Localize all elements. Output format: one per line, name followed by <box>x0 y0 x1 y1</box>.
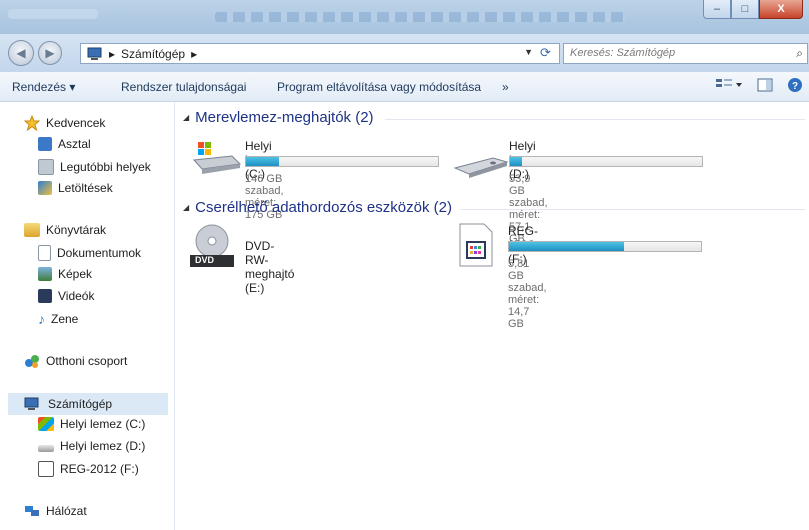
refresh-icon[interactable]: ⟳ <box>540 45 551 61</box>
help-icon[interactable]: ? <box>787 77 803 93</box>
downloads-icon <box>38 181 52 195</box>
drive-usage-bar <box>245 156 439 167</box>
sidebar-label: Asztal <box>58 137 91 151</box>
videos-icon <box>38 289 52 303</box>
hard-drive-icon <box>453 157 508 178</box>
more-commands-button[interactable]: » <box>502 80 509 94</box>
dvd-drive-icon <box>190 224 234 267</box>
document-icon <box>38 245 51 261</box>
hard-drive-icon <box>38 445 54 452</box>
preview-pane-icon[interactable] <box>757 77 773 93</box>
minimize-button[interactable]: – <box>703 0 731 19</box>
homegroup-icon <box>25 355 39 368</box>
dvd-label: DVD <box>195 255 215 265</box>
sidebar-item-drive-d[interactable]: Helyi lemez (D:) <box>38 439 145 453</box>
system-properties-button[interactable]: Rendszer tulajdonságai <box>121 80 246 94</box>
drive-usage-bar <box>508 241 702 252</box>
sidebar-label: Otthoni csoport <box>46 354 128 368</box>
navigation-bar: ◀ ▶ ▸ Számítógép ▸ ▼ ⟳ Keresés: Számítóg… <box>0 34 809 72</box>
drive-space-info: 5,81 GB szabad, méret: 14,7 GB <box>508 258 547 330</box>
crumb-separator[interactable]: ▸ <box>109 47 115 61</box>
uninstall-program-button[interactable]: Program eltávolítása vagy módosítása <box>277 80 481 94</box>
sidebar-item-music[interactable]: ♪ Zene <box>38 311 78 327</box>
sidebar-label: Hálózat <box>46 504 87 518</box>
drive-usage-bar <box>509 156 703 167</box>
title-bar-blurred-area <box>215 12 625 22</box>
removable-drive-icon <box>38 461 54 477</box>
sidebar-item-recent-places[interactable]: Legutóbbi helyek <box>38 159 151 175</box>
forward-button[interactable]: ▶ <box>38 41 62 65</box>
sidebar-label: Letöltések <box>58 181 113 195</box>
group-header-removable[interactable]: ◢ Cserélhető adathordozós eszközök (2) <box>183 199 452 216</box>
sidebar-label: Számítógép <box>48 397 113 411</box>
sidebar-item-favorites[interactable]: Kedvencek <box>24 115 105 131</box>
svg-text:?: ? <box>792 81 798 92</box>
network-icon <box>25 506 39 516</box>
sidebar-item-network[interactable]: Hálózat <box>24 503 87 519</box>
drive-name: DVD-RW-meghajtó (E:) <box>245 239 295 295</box>
sidebar-label: Videók <box>58 289 95 303</box>
sidebar-label: REG-2012 (F:) <box>60 462 139 476</box>
sidebar-label: Kedvencek <box>46 116 106 130</box>
close-button[interactable]: X <box>759 0 803 19</box>
search-placeholder: Keresés: Számítógép <box>570 47 676 59</box>
sidebar-item-drive-f[interactable]: REG-2012 (F:) <box>38 461 139 477</box>
drive-usage-fill <box>510 157 522 166</box>
computer-icon <box>87 47 102 60</box>
group-title: Merevlemez-meghajtók (2) <box>195 109 374 126</box>
sidebar-label: Helyi lemez (D:) <box>60 439 146 453</box>
sidebar-item-computer[interactable]: Számítógép <box>8 393 168 415</box>
collapse-triangle-icon[interactable]: ◢ <box>183 113 189 122</box>
sidebar-item-downloads[interactable]: Letöltések <box>38 181 113 195</box>
group-divider <box>385 119 805 120</box>
view-options-icon[interactable] <box>715 77 743 93</box>
drive-usage-fill <box>246 157 279 166</box>
address-bar[interactable]: ▸ Számítógép ▸ ▼ <box>80 43 560 64</box>
search-icon[interactable]: ⌕ <box>796 46 803 61</box>
sidebar-label: Helyi lemez (C:) <box>60 417 146 431</box>
desktop-icon <box>38 137 52 151</box>
sidebar-label: Zene <box>51 312 79 326</box>
group-header-hard-drives[interactable]: ◢ Merevlemez-meghajtók (2) <box>183 109 374 126</box>
drive-usage-fill <box>509 242 625 251</box>
address-location[interactable]: Számítógép <box>121 47 185 61</box>
sidebar-item-pictures[interactable]: Képek <box>38 267 92 281</box>
group-title: Cserélhető adathordozós eszközök (2) <box>195 199 452 216</box>
removable-drive-icon <box>459 223 493 267</box>
window-title-blurred <box>8 9 98 19</box>
windows-drive-icon <box>38 417 54 431</box>
sidebar-item-desktop[interactable]: Asztal <box>38 137 91 151</box>
sidebar-label: Legutóbbi helyek <box>60 160 151 174</box>
command-bar: Rendezés ▾ Rendszer tulajdonságai Progra… <box>0 72 809 102</box>
sidebar-item-videos[interactable]: Videók <box>38 289 94 303</box>
content-pane: ◢ Merevlemez-meghajtók (2) Helyi lemez (… <box>175 102 809 530</box>
collapse-triangle-icon[interactable]: ◢ <box>183 203 189 212</box>
back-button[interactable]: ◀ <box>8 40 34 66</box>
organize-button[interactable]: Rendezés ▾ <box>12 80 75 94</box>
search-input[interactable]: Keresés: Számítógép ⌕ <box>563 43 808 64</box>
arrow-left-icon: ◀ <box>16 46 26 60</box>
sidebar-item-libraries[interactable]: Könyvtárak <box>24 223 106 237</box>
navigation-pane: Kedvencek Asztal Legutóbbi helyek Letölt… <box>0 102 175 530</box>
chevron-down-icon[interactable]: ▼ <box>524 47 533 57</box>
libraries-icon <box>24 223 40 237</box>
maximize-button[interactable]: □ <box>731 0 759 19</box>
sidebar-item-documents[interactable]: Dokumentumok <box>38 245 141 261</box>
window-controls: – □ X <box>703 0 803 19</box>
title-bar: – □ X <box>0 0 809 34</box>
windows-drive-icon <box>192 142 242 174</box>
computer-icon <box>24 397 39 410</box>
group-divider <box>460 209 805 210</box>
sidebar-item-homegroup[interactable]: Otthoni csoport <box>24 353 127 369</box>
sidebar-item-drive-c[interactable]: Helyi lemez (C:) <box>38 417 145 431</box>
crumb-arrow[interactable]: ▸ <box>191 47 197 61</box>
arrow-right-icon: ▶ <box>45 46 55 60</box>
recent-places-icon <box>38 159 54 175</box>
sidebar-label: Dokumentumok <box>57 246 142 260</box>
sidebar-label: Könyvtárak <box>46 223 107 237</box>
pictures-icon <box>38 267 52 281</box>
star-icon <box>24 115 40 131</box>
sidebar-label: Képek <box>58 267 93 281</box>
music-note-icon: ♪ <box>38 311 45 327</box>
